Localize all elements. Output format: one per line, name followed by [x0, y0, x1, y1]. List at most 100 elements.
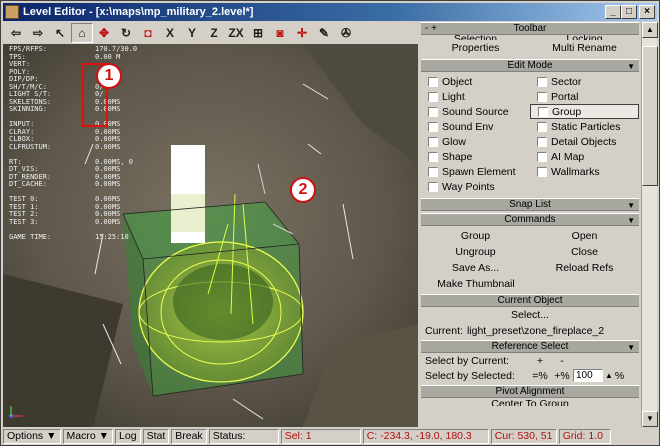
axis-x-button[interactable]: X	[159, 23, 181, 43]
checkbox[interactable]	[428, 151, 438, 162]
commands-header[interactable]: Commands ▼	[421, 213, 639, 226]
center-to-group-button[interactable]: Center To Group	[421, 398, 639, 406]
stat-row: GAME TIME: 15:25:10	[9, 233, 137, 242]
macro-menu-button[interactable]: Macro ▼	[62, 429, 114, 444]
paint-icon[interactable]: ✎	[313, 23, 335, 43]
3d-viewport[interactable]: FPS/RFPS: 170.7/30.0 TPS: 0.00 M VERT: POLY: D…	[3, 44, 418, 427]
checkbox[interactable]	[428, 181, 438, 192]
select-cursor-icon[interactable]: ↖	[49, 23, 71, 43]
stat-key: CLFRUSTUM:	[9, 142, 52, 151]
scroll-down-icon[interactable]: ▼	[642, 411, 658, 427]
checkbox[interactable]	[537, 76, 547, 87]
edit-mode-option[interactable]: Light	[421, 89, 530, 104]
edit-mode-option[interactable]: Portal	[530, 89, 639, 104]
current-object-header[interactable]: Current Object	[421, 294, 639, 307]
snap-list-expand-icon[interactable]: ▼	[627, 200, 635, 211]
checkbox[interactable]	[538, 106, 548, 117]
edit-mode-option[interactable]: Static Particles	[530, 119, 639, 134]
snap-vertex-icon[interactable]: ✛	[291, 23, 313, 43]
edit-mode-option[interactable]: Sound Env	[421, 119, 530, 134]
checkbox[interactable]	[537, 121, 547, 132]
select-current-minus-button[interactable]: -	[551, 355, 573, 367]
axis-z-button[interactable]: Z	[203, 23, 225, 43]
ungroup-button[interactable]: Ungroup	[421, 244, 530, 260]
toolbar-collapse-toggle[interactable]: - +	[425, 23, 437, 34]
select-object-button[interactable]: Select...	[421, 307, 639, 323]
multi-rename-button[interactable]: Multi Rename	[530, 40, 639, 56]
edit-mode-option[interactable]: Spawn Element	[421, 164, 530, 179]
edit-mode-option[interactable]: Glow	[421, 134, 530, 149]
edit-mode-option[interactable]: Wallmarks	[530, 164, 639, 179]
edit-mode-option[interactable]: Shape	[421, 149, 530, 164]
edit-mode-collapse-icon[interactable]: ▼	[627, 61, 635, 72]
macro-label: Macro	[66, 430, 96, 442]
percent-spin-icon[interactable]: ▲	[605, 371, 613, 380]
edit-mode-header[interactable]: Edit Mode ▼	[421, 59, 639, 72]
stat-button[interactable]: Stat	[142, 429, 170, 444]
reference-select-collapse-icon[interactable]: ▼	[627, 342, 635, 353]
drop-object-icon[interactable]: ⌂	[71, 23, 93, 43]
break-button[interactable]: Break	[171, 429, 207, 444]
snap-object-icon[interactable]: ◙	[269, 23, 291, 43]
commands-collapse-icon[interactable]: ▼	[627, 215, 635, 226]
reload-refs-button[interactable]: Reload Refs	[530, 260, 639, 276]
stat-row: CLFRUSTUM: 0.00MS	[9, 142, 137, 152]
snap-list-header[interactable]: Snap List ▼	[421, 198, 639, 211]
back-arrow-icon[interactable]: ⇦	[5, 23, 27, 43]
edit-mode-option[interactable]: Way Points	[421, 179, 530, 194]
checkbox[interactable]	[537, 91, 547, 102]
group-button[interactable]: Group	[421, 228, 530, 244]
select-selected-eq-button[interactable]: =%	[529, 370, 551, 382]
toolbar-rollout-header[interactable]: - + Toolbar	[421, 22, 639, 35]
log-button[interactable]: Log	[115, 429, 141, 444]
checkbox[interactable]	[537, 151, 547, 162]
checkbox[interactable]	[428, 121, 438, 132]
scale-icon[interactable]: ◘	[137, 23, 159, 43]
panel-scrollbar[interactable]: ▲ ▼	[641, 22, 658, 427]
select-current-plus-button[interactable]: +	[529, 355, 551, 367]
edit-mode-option[interactable]: Object	[421, 74, 530, 89]
tools-icon[interactable]: ✇	[335, 23, 357, 43]
move-icon[interactable]: ✥	[93, 23, 115, 43]
close-button[interactable]: ×	[639, 5, 655, 19]
scroll-thumb[interactable]	[642, 46, 658, 186]
checkbox[interactable]	[537, 166, 547, 177]
axis-y-button[interactable]: Y	[181, 23, 203, 43]
open-button[interactable]: Open	[530, 228, 639, 244]
edit-mode-option[interactable]: Sector	[530, 74, 639, 89]
axis-zx-button[interactable]: ZX	[225, 23, 247, 43]
edit-mode-option[interactable]: Sound Source	[421, 104, 530, 119]
make-thumbnail-button[interactable]: Make Thumbnail	[421, 276, 531, 292]
select-selected-plus-button[interactable]: +%	[551, 370, 573, 382]
title-bar[interactable]: Level Editor - [x:\maps\mp_military_2.le…	[3, 3, 657, 21]
edit-mode-label: Sound Source	[442, 105, 509, 118]
maximize-button[interactable]: □	[621, 5, 637, 19]
edit-mode-row: Spawn Element Wallmarks	[421, 164, 639, 179]
forward-arrow-icon[interactable]: ⇨	[27, 23, 49, 43]
checkbox[interactable]	[428, 76, 438, 87]
checkbox[interactable]	[428, 106, 438, 117]
pivot-alignment-header[interactable]: Pivot Alignment	[421, 385, 639, 398]
properties-button[interactable]: Properties	[421, 40, 530, 56]
minimize-button[interactable]: _	[605, 5, 621, 19]
edit-mode-option[interactable]	[530, 179, 639, 194]
stat-value: 0.00MS	[95, 217, 121, 226]
checkbox[interactable]	[428, 166, 438, 177]
edit-mode-option[interactable]: AI Map	[530, 149, 639, 164]
edit-mode-option[interactable]: Detail Objects	[530, 134, 639, 149]
reference-select-header[interactable]: Reference Select ▼	[421, 340, 639, 353]
options-menu-button[interactable]: Options ▼	[3, 429, 61, 444]
percent-input[interactable]: 100	[573, 369, 603, 382]
checkbox[interactable]	[428, 136, 438, 147]
checkbox[interactable]	[428, 91, 438, 102]
close-group-button[interactable]: Close	[530, 244, 639, 260]
edit-mode-option[interactable]: Group	[530, 104, 639, 119]
snap-grid-icon[interactable]: ⊞	[247, 23, 269, 43]
scroll-up-icon[interactable]: ▲	[642, 22, 658, 38]
window-title: Level Editor - [x:\maps\mp_military_2.le…	[23, 6, 254, 18]
current-label: Current:	[425, 324, 463, 337]
rotate-icon[interactable]: ↻	[115, 23, 137, 43]
save-as-button[interactable]: Save As...	[421, 260, 530, 276]
checkbox[interactable]	[537, 136, 547, 147]
edit-mode-row: Light Portal	[421, 89, 639, 104]
